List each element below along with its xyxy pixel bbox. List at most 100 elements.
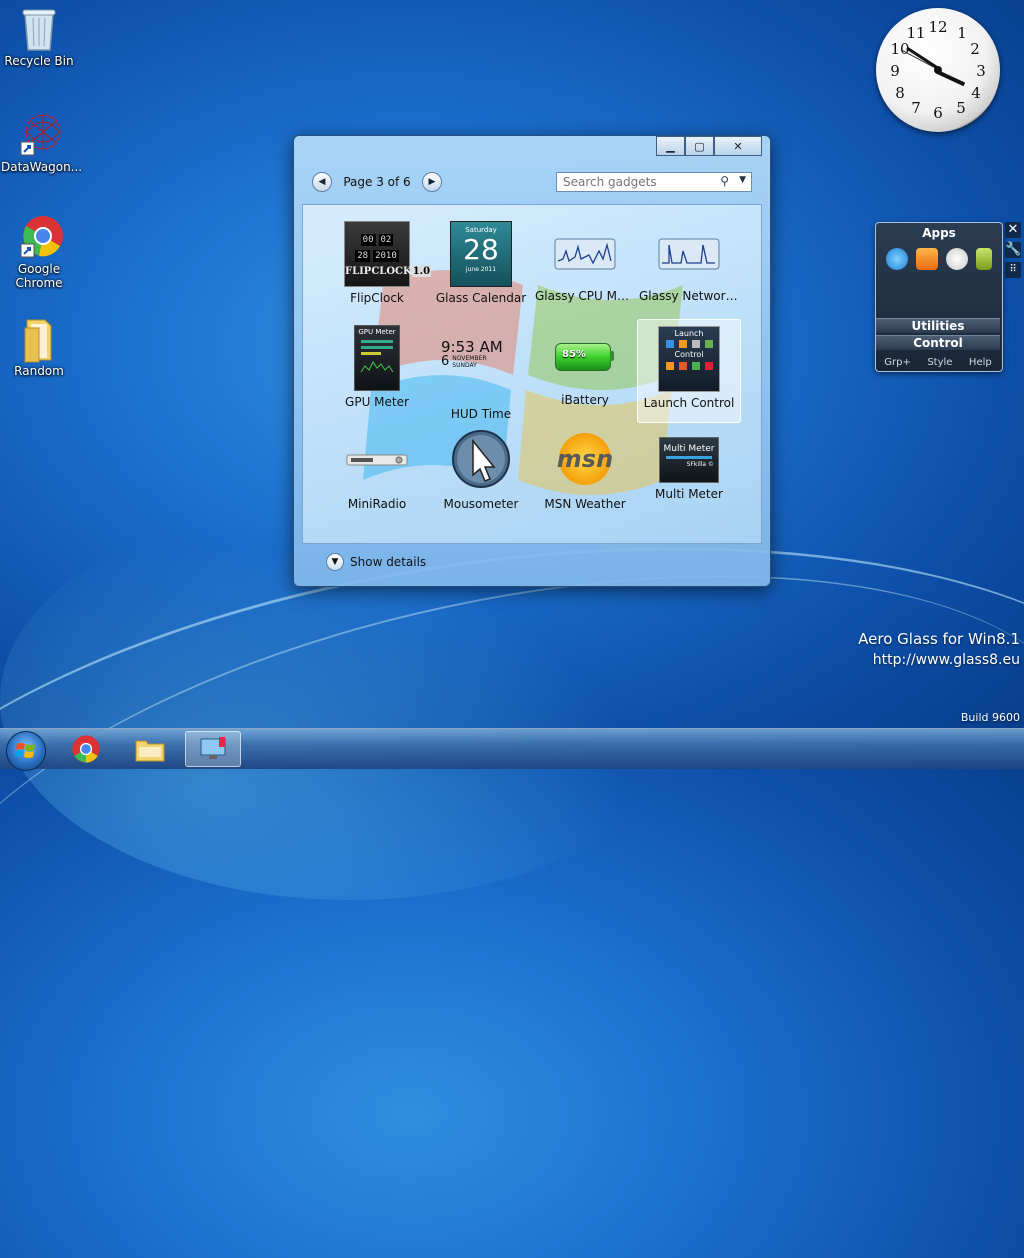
recycle-bin-icon [19, 6, 59, 51]
gadget-glassy-network-monitor[interactable]: Glassy Network ... [637, 215, 741, 319]
clock-number: 9 [890, 62, 900, 80]
start-button[interactable] [6, 731, 46, 771]
gadget-hud-time[interactable]: 9:53 AM 6 NOVEMBER SUNDAY HUD Time [429, 319, 533, 423]
minimize-button[interactable]: ▁ [656, 136, 685, 156]
next-page-button[interactable]: ▶ [422, 172, 442, 192]
multi-meter-thumbnail: Multi Meter SFkilla © [659, 437, 719, 483]
flip-digit: 2010 [373, 250, 399, 262]
close-button[interactable]: ✕ [714, 136, 762, 156]
network-graph-thumbnail [657, 221, 721, 285]
gadget-launch-control[interactable]: Launch Control Launch Control [637, 319, 741, 423]
gpu-meter-title: GPU Meter [358, 328, 396, 336]
multi-meter-sub: SFkilla © [686, 461, 714, 468]
gadget-gallery-window: ▁ ▢ ✕ ◀ Page 3 of 6 ▶ ⚲ ▼ 00 02 2 [293, 135, 771, 587]
close-icon: ✕ [733, 139, 743, 153]
hud-day-number: 6 [441, 354, 450, 369]
minimize-icon: ▁ [666, 139, 675, 153]
clock-number: 11 [906, 24, 926, 42]
desktop-icon-random[interactable]: Random [1, 316, 77, 378]
gadget-name: HUD Time [450, 407, 512, 421]
gadget-flipclock[interactable]: 00 02 28 2010 FLIPCLOCK1.0 FlipClock [325, 215, 432, 319]
gadget-name: Multi Meter [655, 487, 723, 501]
gadget-mousometer[interactable]: Mousometer [429, 423, 533, 527]
gadget-name: Glass Calendar [435, 291, 527, 305]
gadget-glassy-cpu-monitor[interactable]: Glassy CPU Mo... [533, 215, 637, 319]
clock-number: 8 [895, 84, 905, 102]
trophy-icon[interactable] [976, 248, 992, 270]
gadget-name: Launch Control [643, 396, 735, 410]
desktop-icon-google-chrome[interactable]: Google Chrome [1, 214, 77, 290]
calendar-month: june 2011 [465, 266, 497, 273]
clock-second-hand [900, 49, 939, 70]
msn-weather-thumbnail: msn [553, 429, 617, 493]
launch-control-footer: Grp+ Style Help [876, 357, 1000, 368]
build-number: Build 9600 [960, 711, 1020, 724]
desktop-icon-datawagon[interactable]: DataWagon... [1, 112, 83, 174]
launch-utilities-group[interactable]: Utilities [876, 318, 1000, 333]
launch-control-header[interactable]: Apps [876, 223, 1002, 240]
gadget-multi-meter[interactable]: Multi Meter SFkilla © Multi Meter [637, 423, 741, 527]
page-navigator: ◀ Page 3 of 6 ▶ [312, 172, 442, 192]
gadget-name: FlipClock [350, 291, 404, 305]
clock-number: 2 [970, 40, 980, 58]
launch-thumb-top: Launch [674, 329, 704, 338]
desktop-icon-label: DataWagon... [1, 160, 83, 174]
close-icon[interactable]: ✕ [1005, 222, 1021, 238]
window-controls: ▁ ▢ ✕ [656, 136, 762, 156]
maximize-button[interactable]: ▢ [685, 136, 714, 156]
maximize-icon: ▢ [694, 139, 705, 153]
grip-icon[interactable]: ⠿ [1005, 262, 1021, 278]
gadget-miniradio[interactable]: MiniRadio [325, 423, 429, 527]
desktop-icon-label: Recycle Bin [4, 54, 74, 68]
paint-icon[interactable] [946, 248, 968, 270]
battery-percent: 85% [562, 349, 586, 360]
hud-month: NOVEMBER [452, 355, 487, 362]
taskbar [0, 728, 1024, 771]
taskbar-file-explorer[interactable] [122, 731, 178, 767]
style-button[interactable]: Style [927, 357, 952, 368]
gadget-msn-weather[interactable]: msn MSN Weather [533, 423, 637, 527]
msn-logo: msn [556, 445, 614, 473]
taskbar-gadgets[interactable] [185, 731, 241, 767]
gadget-name: Glassy CPU Mo... [535, 289, 636, 303]
help-button[interactable]: Help [969, 357, 992, 368]
gpu-meter-thumbnail: GPU Meter [354, 325, 400, 391]
gadget-name: MiniRadio [347, 497, 407, 511]
group-add-button[interactable]: Grp+ [884, 357, 911, 368]
previous-page-button[interactable]: ◀ [312, 172, 332, 192]
watermark-title: Aero Glass for Win8.1 [858, 630, 1020, 648]
desktop-icon-label: Random [14, 364, 64, 378]
hud-time-value: 9:53 AM [441, 338, 503, 356]
chevron-down-icon[interactable]: ▼ [739, 175, 746, 185]
internet-explorer-icon[interactable] [886, 248, 908, 270]
search-input[interactable] [561, 174, 715, 190]
show-details-toggle[interactable]: ▼ Show details [326, 553, 426, 571]
clock-gadget[interactable]: 12 1 2 3 4 5 6 7 8 9 10 11 [876, 8, 1000, 132]
search-icon[interactable]: ⚲ [720, 174, 729, 188]
wrench-icon[interactable]: 🔧 [1005, 242, 1021, 258]
windows-logo-icon [15, 743, 35, 758]
media-player-icon[interactable] [916, 248, 938, 270]
flipclock-logo: FLIPCLOCK [345, 266, 412, 277]
clock-number: 12 [928, 18, 948, 36]
wallpaper-swoosh [0, 480, 1024, 1222]
gadget-glass-calendar[interactable]: Saturday 28 june 2011 Glass Calendar [429, 215, 533, 319]
taskbar-chrome[interactable] [58, 731, 114, 767]
hud-time-thumbnail: 9:53 AM 6 NOVEMBER SUNDAY [441, 325, 521, 403]
launch-control-gadget: Apps Utilities Control Grp+ Style Help [875, 222, 1003, 372]
gadget-gpu-meter[interactable]: GPU Meter GPU Meter [325, 319, 429, 423]
flip-digit: 28 [355, 250, 371, 262]
gadget-ibattery[interactable]: 85% iBattery [533, 319, 637, 423]
file-explorer-icon [135, 740, 165, 762]
desktop-icon-recycle-bin[interactable]: Recycle Bin [1, 6, 77, 68]
search-box[interactable]: ⚲ ▼ [556, 172, 752, 192]
clock-number: 5 [956, 99, 966, 117]
launch-control-group[interactable]: Control [876, 335, 1000, 350]
chevron-left-icon: ◀ [318, 177, 326, 187]
gadget-name: iBattery [561, 393, 609, 407]
flip-digit: 02 [378, 234, 394, 246]
battery-thumbnail: 85% [553, 325, 617, 389]
calendar-thumbnail: Saturday 28 june 2011 [450, 221, 512, 287]
gadget-side-toolbar: ✕ 🔧 ⠿ [1004, 222, 1022, 278]
cpu-graph-thumbnail [553, 221, 617, 285]
